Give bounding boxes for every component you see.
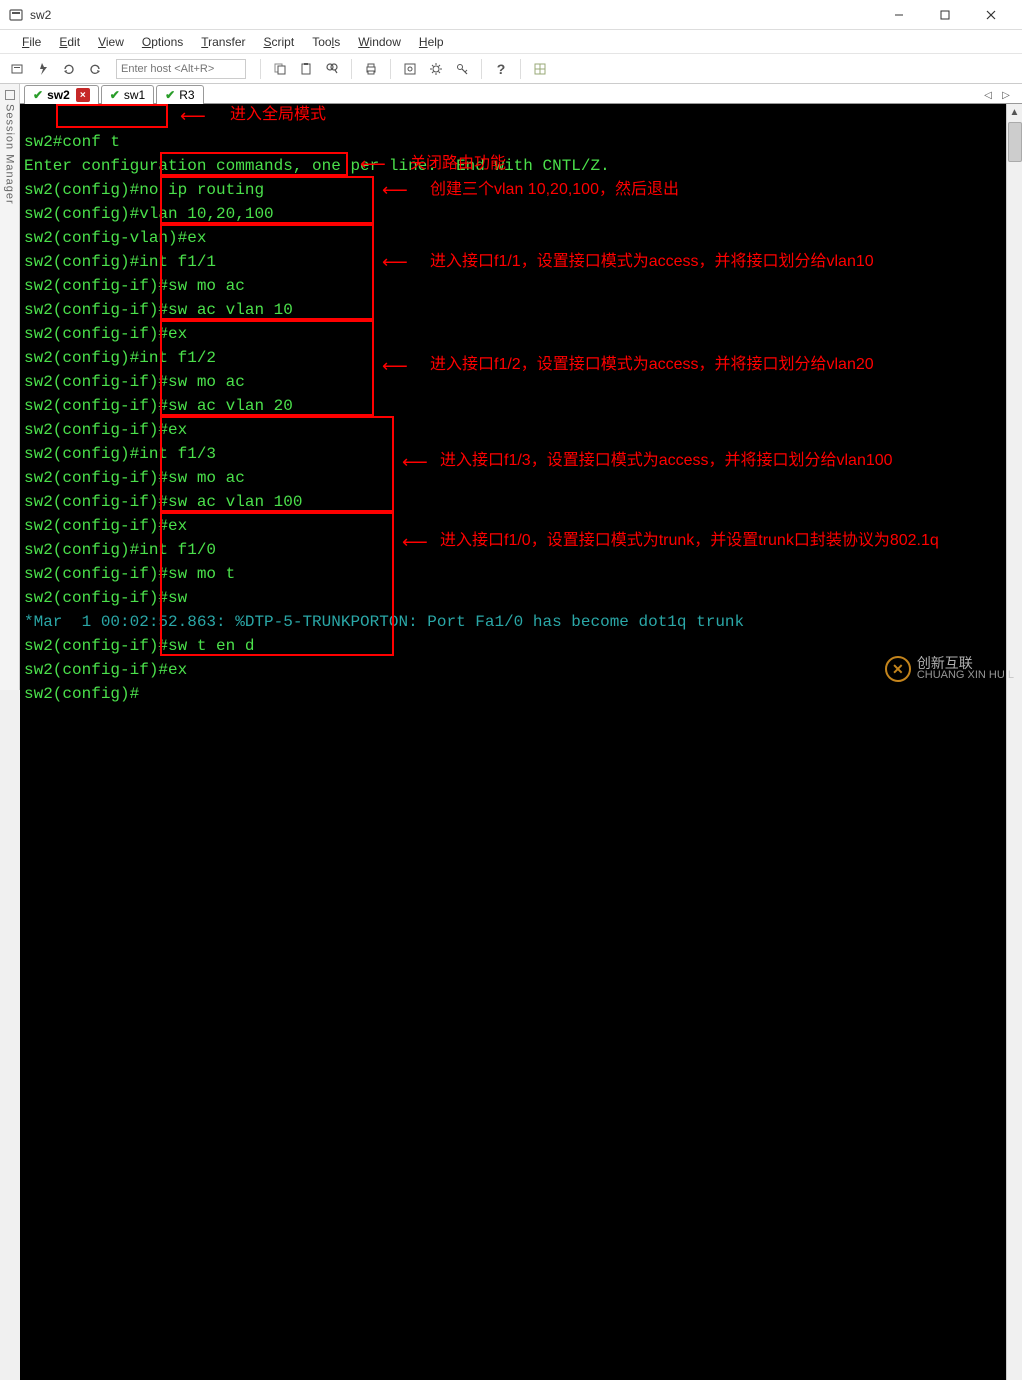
menu-options[interactable]: Options — [134, 33, 191, 51]
term-line: sw2(config)# — [24, 685, 139, 703]
toolbar-reconnect-icon[interactable] — [58, 58, 80, 80]
toolbar-disconnect-icon[interactable] — [84, 58, 106, 80]
scroll-up-icon[interactable]: ▲ — [1008, 104, 1022, 120]
minimize-button[interactable] — [876, 0, 922, 30]
tab-sw2[interactable]: ✔sw2× — [24, 85, 99, 104]
term-line: Enter configuration commands, one per li… — [24, 157, 610, 175]
annotation-arrow-icon: ⟵ — [402, 452, 428, 476]
term-line: sw2(config-if)#sw mo ac — [24, 469, 245, 487]
annotation-box — [56, 104, 168, 128]
watermark: ✕ 创新互联 CHUANG XIN HU L — [885, 656, 1014, 682]
term-line: sw2(config-if)#sw t en d — [24, 637, 254, 655]
connected-icon: ✔ — [110, 88, 120, 102]
app-icon — [8, 7, 24, 23]
term-line: sw2(config-if)#sw — [24, 589, 187, 607]
menu-edit[interactable]: Edit — [51, 33, 88, 51]
divider — [520, 59, 521, 79]
term-line: sw2(config)#int f1/1 — [24, 253, 216, 271]
term-line: sw2#conf t — [24, 133, 120, 151]
term-line: sw2(config-vlan)#ex — [24, 229, 206, 247]
toolbar-tile-icon[interactable] — [529, 58, 551, 80]
menu-window[interactable]: Window — [350, 33, 409, 51]
divider — [260, 59, 261, 79]
tab-r3[interactable]: ✔R3 — [156, 85, 203, 104]
term-line: sw2(config-if)#sw ac vlan 100 — [24, 493, 302, 511]
session-manager-label: Session Manager — [4, 104, 16, 205]
term-line: sw2(config)#int f1/0 — [24, 541, 216, 559]
annotation-label: 进入接口f1/2，设置接口模式为access，并将接口划分给vlan20 — [430, 354, 874, 376]
annotation-label: 进入接口f1/1，设置接口模式为access，并将接口划分给vlan10 — [430, 251, 874, 273]
window-title: sw2 — [30, 8, 876, 22]
host-input[interactable] — [116, 59, 246, 79]
connected-icon: ✔ — [33, 88, 43, 102]
annotation-box — [160, 512, 394, 656]
toolbar-copy-icon[interactable] — [269, 58, 291, 80]
annotation-label: 创建三个vlan 10,20,100，然后退出 — [430, 179, 679, 201]
scrollbar[interactable]: ▲ ▼ — [1006, 104, 1022, 1380]
term-line: sw2(config-if)#ex — [24, 517, 187, 535]
tab-next-icon[interactable]: ▷ — [998, 87, 1014, 103]
annotation-label: 进入接口f1/0，设置接口模式为trunk，并设置trunk口封装协议为802.… — [440, 530, 939, 552]
toolbar-settings-icon[interactable] — [425, 58, 447, 80]
term-line: sw2(config-if)#ex — [24, 325, 187, 343]
annotation-arrow-icon: ⟵ — [382, 356, 408, 380]
annotation-arrow-icon: ⟵ — [382, 252, 408, 276]
terminal-output[interactable]: sw2#conf t Enter configuration commands,… — [20, 104, 1006, 1380]
title-bar: sw2 — [0, 0, 1022, 30]
toolbar-find-icon[interactable] — [321, 58, 343, 80]
toolbar-options-icon[interactable] — [399, 58, 421, 80]
term-line: sw2(config)#int f1/3 — [24, 445, 216, 463]
maximize-button[interactable] — [922, 0, 968, 30]
term-line: sw2(config-if)#sw mo ac — [24, 373, 245, 391]
close-button[interactable] — [968, 0, 1014, 30]
term-line: sw2(config)#int f1/2 — [24, 349, 216, 367]
annotation-arrow-icon: ⟵ — [382, 180, 408, 204]
term-line: *Mar 1 00:02:52.863: %DTP-5-TRUNKPORTON:… — [24, 613, 744, 631]
divider — [351, 59, 352, 79]
term-line: sw2(config)#vlan 10,20,100 — [24, 205, 274, 223]
menu-tools[interactable]: Tools — [304, 33, 348, 51]
term-line: sw2(config-if)#sw ac vlan 10 — [24, 301, 293, 319]
close-tab-icon[interactable]: × — [76, 88, 90, 102]
term-line: sw2(config-if)#ex — [24, 421, 187, 439]
toolbar-print-icon[interactable] — [360, 58, 382, 80]
tab-prev-icon[interactable]: ◁ — [980, 87, 996, 103]
term-line: sw2(config-if)#ex — [24, 661, 187, 679]
term-line: sw2(config-if)#sw mo ac — [24, 277, 245, 295]
term-line: sw2(config)#no ip routing — [24, 181, 264, 199]
menu-script[interactable]: Script — [256, 33, 303, 51]
menu-view[interactable]: View — [90, 33, 132, 51]
annotation-label: 进入接口f1/3，设置接口模式为access，并将接口划分给vlan100 — [440, 450, 893, 472]
divider — [481, 59, 482, 79]
toolbar-help-icon[interactable]: ? — [490, 58, 512, 80]
watermark-logo-icon: ✕ — [885, 656, 911, 682]
toolbar-connect-icon[interactable] — [6, 58, 28, 80]
scroll-thumb[interactable] — [1008, 122, 1022, 162]
annotation-label: 进入全局模式 — [230, 104, 326, 126]
menu-help[interactable]: Help — [411, 33, 452, 51]
toolbar: ? — [0, 54, 1022, 84]
toolbar-quick-connect-icon[interactable] — [32, 58, 54, 80]
menu-bar: File Edit View Options Transfer Script T… — [0, 30, 1022, 54]
tab-sw1[interactable]: ✔sw1 — [101, 85, 154, 104]
menu-transfer[interactable]: Transfer — [193, 33, 253, 51]
term-line: sw2(config-if)#sw mo t — [24, 565, 235, 583]
tabs-bar: ✔sw2× ✔sw1 ✔R3 ◁ ▷ — [20, 84, 1022, 104]
annotation-arrow-icon: ⟵ — [402, 532, 428, 556]
connected-icon: ✔ — [165, 88, 175, 102]
collapse-icon — [5, 90, 15, 100]
menu-file[interactable]: File — [14, 33, 49, 51]
divider — [390, 59, 391, 79]
toolbar-key-icon[interactable] — [451, 58, 473, 80]
toolbar-paste-icon[interactable] — [295, 58, 317, 80]
annotation-arrow-icon: ⟵ — [180, 106, 206, 130]
session-manager-panel[interactable]: Session Manager — [0, 84, 20, 690]
term-line: sw2(config-if)#sw ac vlan 20 — [24, 397, 293, 415]
